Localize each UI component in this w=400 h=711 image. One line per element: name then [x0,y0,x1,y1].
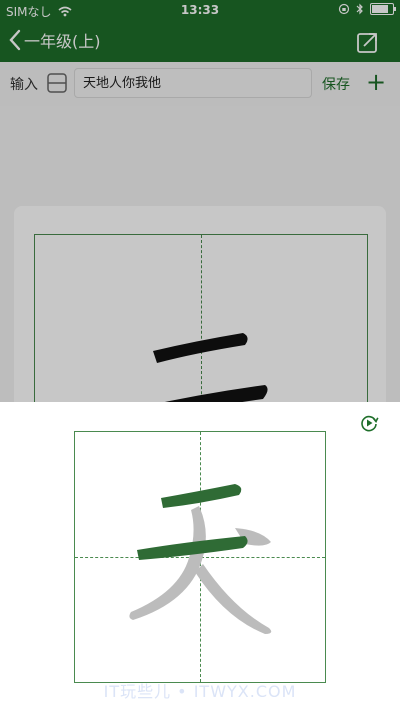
stroke-order-glyph [129,484,272,634]
stroke-done [161,484,242,508]
stroke-pending [195,564,272,634]
watermark-text: IT玩些儿 • ITWYX.COM [103,682,297,701]
stroke-order-sheet: IT玩些儿 • ITWYX.COM [0,402,400,711]
stroke-pending [129,506,206,620]
replay-icon[interactable] [359,413,379,433]
dim-overlay[interactable] [0,0,400,402]
stroke-grid [74,431,326,683]
